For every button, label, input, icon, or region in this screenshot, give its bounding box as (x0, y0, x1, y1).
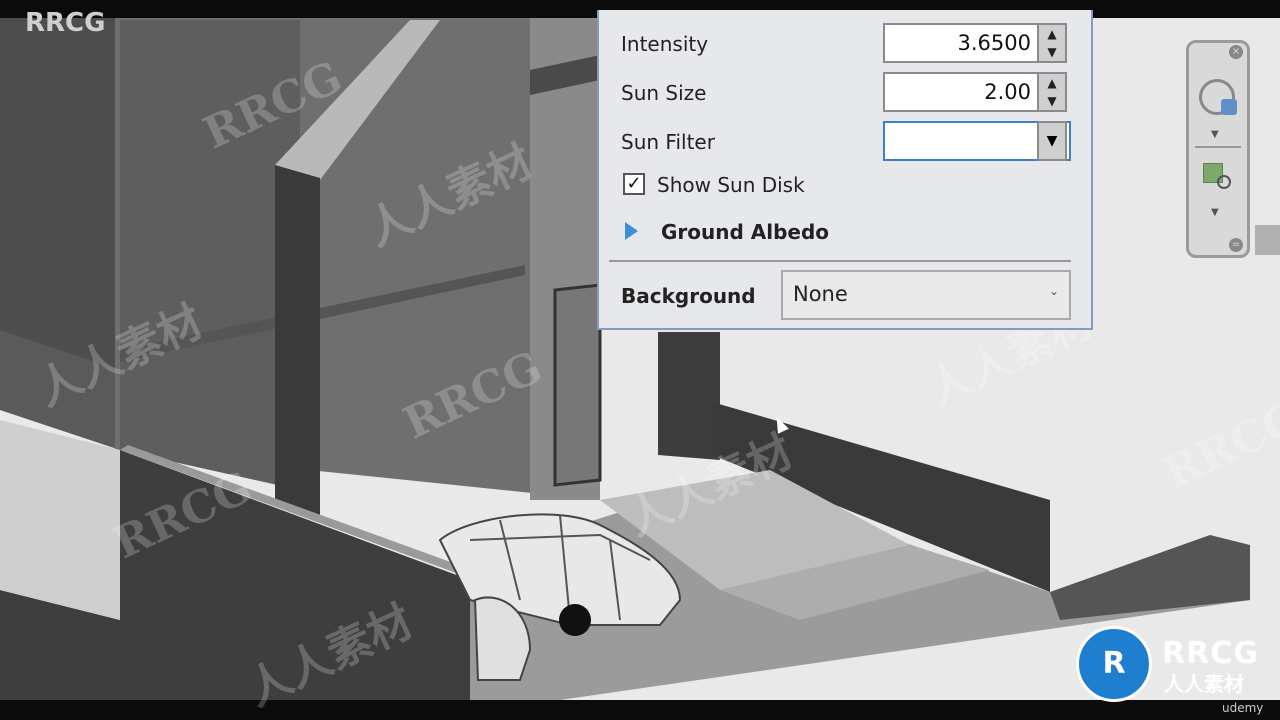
background-label: Background (621, 284, 756, 308)
sun-size-input[interactable]: 2.00 (883, 72, 1039, 112)
cube-icon (1221, 99, 1237, 115)
logo-subtext: 人人素材 (1164, 672, 1244, 696)
up-arrow-icon[interactable]: ▲ (1039, 74, 1065, 92)
bottom-bar (0, 700, 1280, 720)
dropdown-arrow-icon[interactable]: ▼ (1211, 207, 1219, 218)
background-select[interactable]: None ⌄ (781, 270, 1071, 320)
dropdown-arrow-icon[interactable]: ▼ (1211, 129, 1219, 140)
rrcg-watermark-top-left: RRCG (25, 8, 106, 38)
divider (609, 260, 1071, 262)
up-arrow-icon[interactable]: ▲ (1039, 25, 1065, 43)
close-icon[interactable]: × (1229, 45, 1243, 59)
down-arrow-icon[interactable]: ▼ (1039, 92, 1065, 110)
rrcg-logo-icon: R (1076, 626, 1152, 702)
column (275, 165, 320, 515)
sun-settings-panel: Intensity 3.6500 ▲ ▼ Sun Size 2.00 ▲ ▼ Sun… (597, 10, 1093, 330)
sun-size-spinner[interactable]: ▲ ▼ (1037, 72, 1067, 112)
intensity-label: Intensity (621, 32, 709, 56)
background-value: None (793, 282, 848, 306)
show-sun-disk-checkbox[interactable]: ✓ (623, 173, 645, 195)
sun-filter-label: Sun Filter (621, 130, 715, 154)
ground-albedo-header[interactable]: Ground Albedo (661, 220, 829, 244)
intensity-spinner[interactable]: ▲ ▼ (1037, 23, 1067, 63)
intensity-input[interactable]: 3.6500 (883, 23, 1039, 63)
navigation-bar: × ▼ ▼ = (1186, 40, 1250, 258)
expand-triangle-icon[interactable] (625, 222, 638, 240)
chevron-down-icon[interactable]: ▼ (1037, 121, 1067, 161)
sun-size-label: Sun Size (621, 81, 707, 105)
logo-text: RRCG (1162, 636, 1259, 671)
down-arrow-icon[interactable]: ▼ (1039, 43, 1065, 61)
chevron-down-icon: ⌄ (1048, 284, 1059, 298)
door (553, 283, 602, 487)
show-sun-disk-label: Show Sun Disk (657, 173, 805, 197)
collapse-icon[interactable]: = (1229, 238, 1243, 252)
udemy-label: udemy (1222, 701, 1264, 715)
